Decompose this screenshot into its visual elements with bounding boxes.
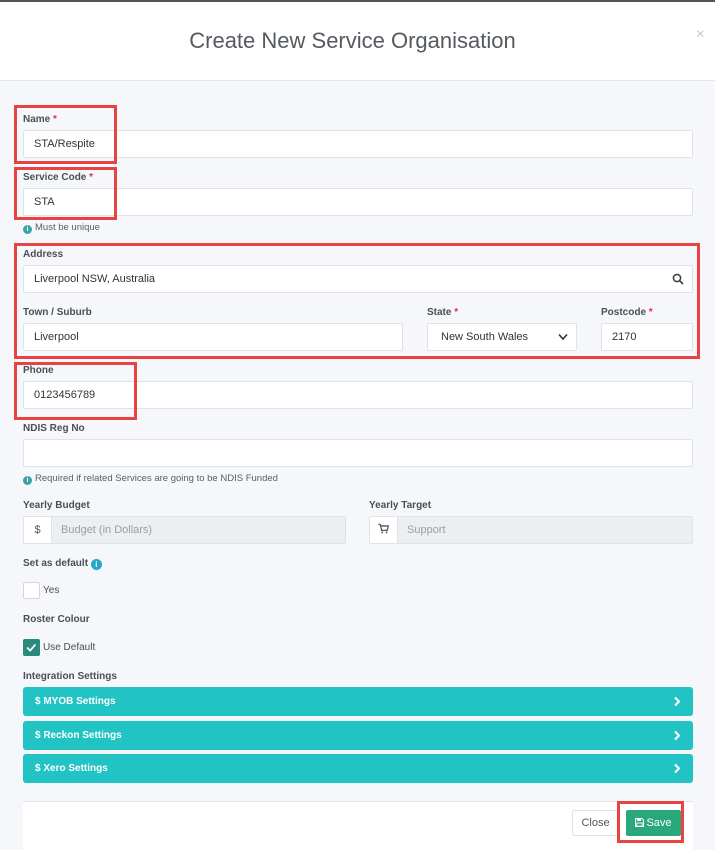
state-label: State *	[427, 307, 459, 318]
chevron-down-icon	[558, 333, 568, 341]
ndis-label: NDIS Reg No	[23, 423, 85, 434]
roster-colour-label: Roster Colour	[23, 614, 90, 625]
yearly-budget-input[interactable]: $ Budget (in Dollars)	[23, 516, 346, 544]
cart-icon	[378, 523, 390, 534]
set-default-option-label: Yes	[43, 585, 60, 596]
yearly-target-input[interactable]: Support	[369, 516, 693, 544]
reckon-settings-accordion[interactable]: $ Reckon Settings	[23, 721, 693, 750]
yearly-budget-label: Yearly Budget	[23, 500, 90, 511]
town-input[interactable]: Liverpool	[23, 323, 403, 351]
roster-colour-option-label: Use Default	[43, 642, 96, 653]
yearly-target-placeholder: Support	[407, 524, 446, 536]
service-code-input[interactable]: STA	[23, 188, 693, 216]
address-value: Liverpool NSW, Australia	[34, 273, 156, 285]
name-label: Name *	[23, 114, 57, 125]
save-button[interactable]: Save	[626, 810, 681, 836]
myob-settings-label: $ MYOB Settings	[35, 696, 116, 707]
info-icon: i	[90, 559, 102, 570]
reckon-settings-label: $ Reckon Settings	[35, 730, 122, 741]
set-default-label: Set as default i	[23, 558, 105, 570]
set-default-checkbox[interactable]	[23, 582, 40, 599]
xero-settings-label: $ Xero Settings	[35, 763, 108, 774]
floppy-disk-icon	[635, 817, 645, 828]
phone-label: Phone	[23, 365, 54, 376]
search-icon[interactable]	[672, 273, 684, 285]
chevron-right-icon	[674, 730, 681, 741]
xero-settings-accordion[interactable]: $ Xero Settings	[23, 754, 693, 783]
modal-title: Create New Service Organisation	[189, 28, 516, 53]
address-input[interactable]: Liverpool NSW, Australia	[23, 265, 693, 293]
roster-colour-checkbox[interactable]	[23, 639, 40, 656]
close-button[interactable]: Close	[572, 810, 619, 836]
cart-addon	[370, 517, 398, 543]
state-select[interactable]: New South Wales	[427, 323, 577, 351]
phone-input[interactable]: 0123456789	[23, 381, 693, 409]
postcode-label: Postcode *	[601, 307, 653, 318]
save-label: Save	[646, 817, 672, 829]
town-label: Town / Suburb	[23, 307, 92, 318]
myob-settings-accordion[interactable]: $ MYOB Settings	[23, 687, 693, 716]
service-code-hint: i Must be unique	[23, 222, 100, 234]
service-code-label: Service Code *	[23, 172, 94, 183]
dollar-addon: $	[24, 517, 52, 543]
chevron-right-icon	[674, 696, 681, 707]
close-icon[interactable]: ×	[696, 26, 705, 44]
info-icon: i	[23, 476, 32, 485]
name-input[interactable]: STA/Respite	[23, 130, 693, 158]
info-icon: i	[23, 225, 32, 234]
ndis-hint: i Required if related Services are going …	[23, 473, 278, 485]
ndis-input[interactable]	[23, 439, 693, 467]
address-label: Address	[23, 249, 64, 260]
yearly-target-label: Yearly Target	[369, 500, 432, 511]
integration-settings-label: Integration Settings	[23, 671, 117, 682]
chevron-right-icon	[674, 763, 681, 774]
state-value: New South Wales	[441, 331, 529, 343]
yearly-budget-placeholder: Budget (in Dollars)	[61, 524, 153, 536]
modal-header: Create New Service Organisation ×	[0, 2, 715, 81]
postcode-input[interactable]: 2170	[601, 323, 693, 351]
check-icon	[26, 643, 37, 652]
